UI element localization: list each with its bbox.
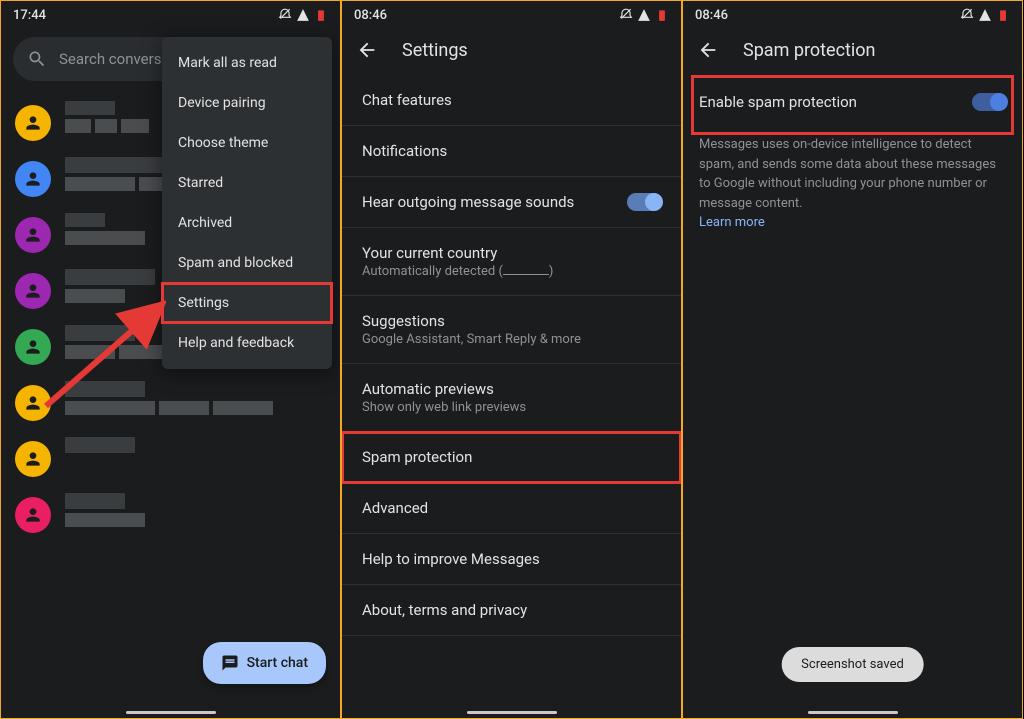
avatar — [15, 441, 51, 477]
clock: 17:44 — [13, 8, 46, 23]
redacted-content — [65, 381, 273, 415]
learn-more-link[interactable]: Learn more — [699, 215, 765, 230]
status-bar: 17:44 — [1, 1, 340, 29]
page-title: Spam protection — [743, 40, 875, 61]
avatar — [15, 497, 51, 533]
setting-spam-protection[interactable]: Spam protection — [342, 432, 681, 483]
header: Spam protection — [683, 29, 1022, 75]
info-body: Messages uses on-device intelligence to … — [699, 137, 996, 211]
screenshot-toast: Screenshot saved — [781, 647, 924, 682]
dnd-icon — [278, 8, 292, 22]
avatar — [15, 161, 51, 197]
status-icons — [619, 8, 669, 22]
setting-your-current-country[interactable]: Your current country Automatically detect… — [342, 228, 681, 296]
settings-list: Chat features Notifications Hear outgoing … — [342, 75, 681, 636]
setting-notifications[interactable]: Notifications — [342, 126, 681, 177]
dnd-icon — [960, 8, 974, 22]
fab-label: Start chat — [247, 655, 308, 671]
menu-item-help-and-feedback[interactable]: Help and feedback — [162, 323, 332, 363]
avatar — [15, 105, 51, 141]
messages-inbox-screen: 17:44 Search conversat Mark all as readD… — [0, 0, 341, 719]
page-title: Settings — [402, 40, 468, 61]
menu-item-spam-and-blocked[interactable]: Spam and blocked — [162, 243, 332, 283]
info-text: Messages uses on-device intelligence to … — [683, 129, 1022, 239]
setting-about-terms-and-privacy[interactable]: About, terms and privacy — [342, 585, 681, 636]
status-icons — [960, 8, 1010, 22]
settings-screen: 08:46 Settings Chat features Notification… — [341, 0, 682, 719]
enable-spam-toggle[interactable] — [972, 93, 1006, 111]
menu-item-device-pairing[interactable]: Device pairing — [162, 83, 332, 123]
setting-title: Notifications — [362, 142, 661, 160]
menu-item-mark-all-as-read[interactable]: Mark all as read — [162, 43, 332, 83]
battery-icon — [996, 8, 1010, 22]
redacted-content — [65, 269, 155, 303]
setting-chat-features[interactable]: Chat features — [342, 75, 681, 126]
toggle[interactable] — [627, 193, 661, 211]
redacted-content — [65, 101, 149, 133]
setting-suggestions[interactable]: Suggestions Google Assistant, Smart Reply… — [342, 296, 681, 364]
clock: 08:46 — [695, 8, 728, 23]
overflow-menu: Mark all as readDevice pairingChoose the… — [162, 37, 332, 369]
start-chat-button[interactable]: Start chat — [203, 642, 326, 684]
setting-title: Spam protection — [362, 448, 661, 466]
status-bar: 08:46 — [683, 1, 1022, 29]
enable-spam-label: Enable spam protection — [699, 93, 857, 111]
setting-advanced[interactable]: Advanced — [342, 483, 681, 534]
battery-icon — [314, 8, 328, 22]
nav-bar-hint — [126, 711, 216, 714]
status-icons — [278, 8, 328, 22]
setting-title: Automatic previews — [362, 380, 661, 398]
avatar — [15, 329, 51, 365]
avatar — [15, 273, 51, 309]
back-icon[interactable] — [356, 39, 378, 61]
nav-bar-hint — [808, 711, 898, 714]
setting-subtitle: Show only web link previews — [362, 400, 661, 415]
enable-spam-row[interactable]: Enable spam protection — [683, 75, 1022, 129]
clock: 08:46 — [354, 8, 387, 23]
signal-icon — [978, 8, 992, 22]
setting-automatic-previews[interactable]: Automatic previews Show only web link pre… — [342, 364, 681, 432]
menu-item-starred[interactable]: Starred — [162, 163, 332, 203]
redacted-content — [65, 213, 145, 245]
redacted-content — [65, 493, 145, 527]
conversation-row[interactable] — [1, 373, 340, 429]
setting-subtitle: Google Assistant, Smart Reply & more — [362, 332, 661, 347]
header: Settings — [342, 29, 681, 75]
menu-item-archived[interactable]: Archived — [162, 203, 332, 243]
status-bar: 08:46 — [342, 1, 681, 29]
chat-icon — [221, 654, 239, 672]
menu-item-settings[interactable]: Settings — [162, 283, 332, 323]
signal-icon — [296, 8, 310, 22]
spam-protection-screen: 08:46 Spam protection Enable spam protec… — [682, 0, 1023, 719]
setting-hear-outgoing-message-sounds[interactable]: Hear outgoing message sounds — [342, 177, 681, 228]
dnd-icon — [619, 8, 633, 22]
back-icon[interactable] — [697, 39, 719, 61]
setting-title: Your current country — [362, 244, 661, 262]
setting-title: About, terms and privacy — [362, 601, 661, 619]
nav-bar-hint — [467, 711, 557, 714]
setting-title: Suggestions — [362, 312, 661, 330]
setting-title: Help to improve Messages — [362, 550, 661, 568]
setting-subtitle: Automatically detected () — [362, 264, 661, 279]
redacted-content — [65, 437, 135, 453]
signal-icon — [637, 8, 651, 22]
setting-title: Advanced — [362, 499, 661, 517]
conversation-row[interactable] — [1, 429, 340, 485]
menu-item-choose-theme[interactable]: Choose theme — [162, 123, 332, 163]
avatar — [15, 217, 51, 253]
conversation-row[interactable] — [1, 485, 340, 541]
avatar — [15, 385, 51, 421]
search-icon — [27, 49, 47, 69]
battery-icon — [655, 8, 669, 22]
setting-title: Chat features — [362, 91, 661, 109]
search-placeholder: Search conversat — [59, 50, 175, 68]
setting-help-to-improve-messages[interactable]: Help to improve Messages — [342, 534, 681, 585]
setting-title: Hear outgoing message sounds — [362, 193, 627, 211]
